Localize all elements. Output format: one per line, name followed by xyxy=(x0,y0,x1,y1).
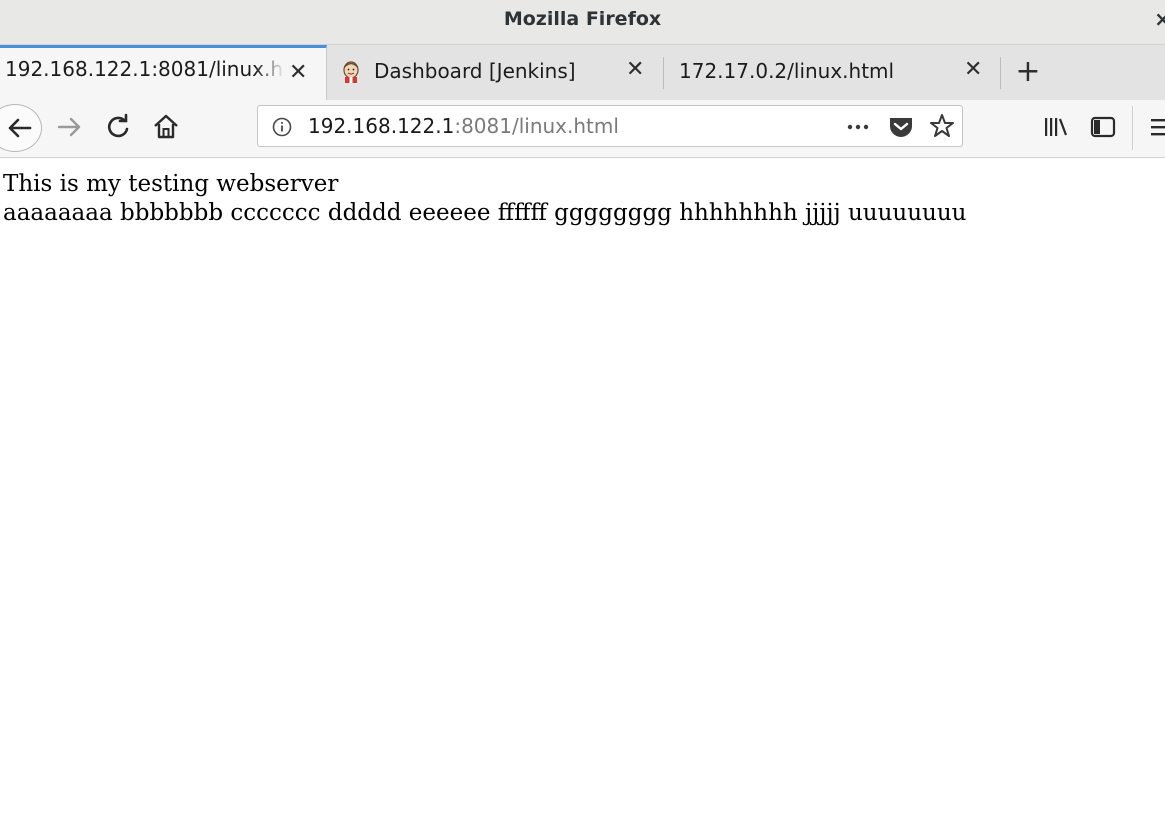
page-body-text: aaaaaaaa bbbbbbb ccccccc ddddd eeeeee ff… xyxy=(3,200,967,226)
url-path: :8081/linux.html xyxy=(454,114,619,138)
tab-close-icon[interactable]: ✕ xyxy=(289,60,307,85)
info-icon[interactable] xyxy=(271,116,293,138)
ellipsis-icon[interactable] xyxy=(845,117,873,137)
back-button[interactable] xyxy=(0,104,42,152)
tab-separator xyxy=(1000,57,1001,89)
page-content: This is my testing webserver aaaaaaaa bb… xyxy=(3,170,966,228)
tab-linux-172[interactable]: 172.17.0.2/linux.html ✕ xyxy=(664,45,1001,100)
forward-arrow-icon[interactable] xyxy=(55,112,85,142)
tab-linux-8081[interactable]: 192.168.122.1:8081/linux.htm ✕ xyxy=(0,45,327,100)
tab-label: Dashboard [Jenkins] xyxy=(374,59,576,83)
back-arrow-icon xyxy=(8,118,32,138)
sidebar-icon[interactable] xyxy=(1089,114,1117,140)
reload-icon[interactable] xyxy=(103,112,133,142)
home-icon[interactable] xyxy=(151,112,181,142)
page-heading-text: This is my testing webserver xyxy=(3,171,339,197)
url-bar[interactable]: 192.168.122.1:8081/linux.html xyxy=(257,105,963,147)
new-tab-plus-icon[interactable]: + xyxy=(1013,45,1043,100)
tab-strip: 192.168.122.1:8081/linux.htm ✕ Dashboard… xyxy=(0,45,1165,100)
hamburger-menu-icon[interactable] xyxy=(1148,114,1165,140)
pocket-icon[interactable] xyxy=(888,115,914,139)
tab-jenkins-dashboard[interactable]: Dashboard [Jenkins] ✕ xyxy=(327,45,664,100)
url-host: 192.168.122.1 xyxy=(308,114,455,138)
tab-close-icon[interactable]: ✕ xyxy=(626,57,644,82)
tab-label-fade xyxy=(255,48,285,100)
tab-label: 192.168.122.1:8081/linux.htm xyxy=(5,57,283,81)
library-icon[interactable] xyxy=(1042,114,1070,140)
title-bar: Mozilla Firefox × xyxy=(0,0,1165,45)
tab-label: 172.17.0.2/linux.html xyxy=(679,59,895,83)
toolbar-divider xyxy=(1132,106,1133,150)
star-icon[interactable] xyxy=(929,113,955,139)
tab-close-icon[interactable]: ✕ xyxy=(964,57,982,82)
window-title: Mozilla Firefox xyxy=(503,8,662,30)
navigation-toolbar: 192.168.122.1:8081/linux.html xyxy=(0,100,1165,158)
window-close-icon[interactable]: × xyxy=(1154,0,1165,38)
jenkins-favicon-icon xyxy=(343,61,359,83)
url-text[interactable]: 192.168.122.1:8081/linux.html xyxy=(308,106,619,146)
